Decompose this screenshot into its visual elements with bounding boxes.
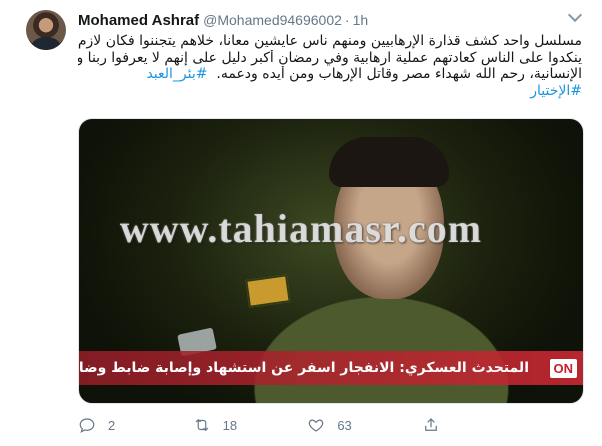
caret-down-icon[interactable] [566,12,584,26]
tweet-time[interactable]: 1h [353,12,369,28]
reply-button[interactable]: 2 [78,416,174,434]
like-icon [307,416,325,434]
tweet-header: Mohamed Ashraf @Mohamed94696002 · 1h [78,12,368,30]
tweet[interactable]: Mohamed Ashraf @Mohamed94696002 · 1h مسل… [0,0,602,446]
news-lower-third: المتحدث العسكري: الانفجار اسفر عن استشها… [79,351,583,385]
hashtag-link[interactable]: #بئر_العبد [146,66,207,82]
separator-dot: · [344,12,350,28]
tweet-text-line: #الإختيار [78,83,582,100]
retweet-count: 18 [222,417,238,433]
reply-icon [78,416,96,434]
retweet-icon [193,416,211,434]
share-button[interactable] [422,416,518,434]
avatar[interactable] [26,10,66,50]
reply-count: 2 [108,417,116,433]
hashtag-link[interactable]: #الإختيار [530,83,582,99]
media-hair [329,137,449,187]
user-handle[interactable]: @Mohamed94696002 [203,12,342,28]
media-shoulder-patch [245,274,291,308]
channel-logo: ON [549,359,577,378]
display-name[interactable]: Mohamed Ashraf [78,12,199,29]
tweet-actions: 2 18 63 [78,414,518,436]
share-icon [422,416,440,434]
tweet-text-line: ينكدوا على الناس كعادتهم عملية ارهابية و… [78,49,582,66]
tweet-text-line: مسلسل واحد كشف قذارة الإرهابيين ومنهم نا… [78,33,582,49]
tweet-media-image[interactable]: المتحدث العسكري: الانفجار اسفر عن استشها… [78,118,584,404]
tweet-text: مسلسل واحد كشف قذارة الإرهابيين ومنهم نا… [78,33,582,99]
like-button[interactable]: 63 [307,416,403,434]
like-count: 63 [337,417,352,433]
retweet-button[interactable]: 18 [193,416,289,434]
tweet-text-line: الإنسانية، رحم الله شهداء مصر وقاتل الإر… [78,66,582,83]
tweet-text-fragment: الإنسانية، رحم الله شهداء مصر وقاتل الإر… [216,66,582,83]
